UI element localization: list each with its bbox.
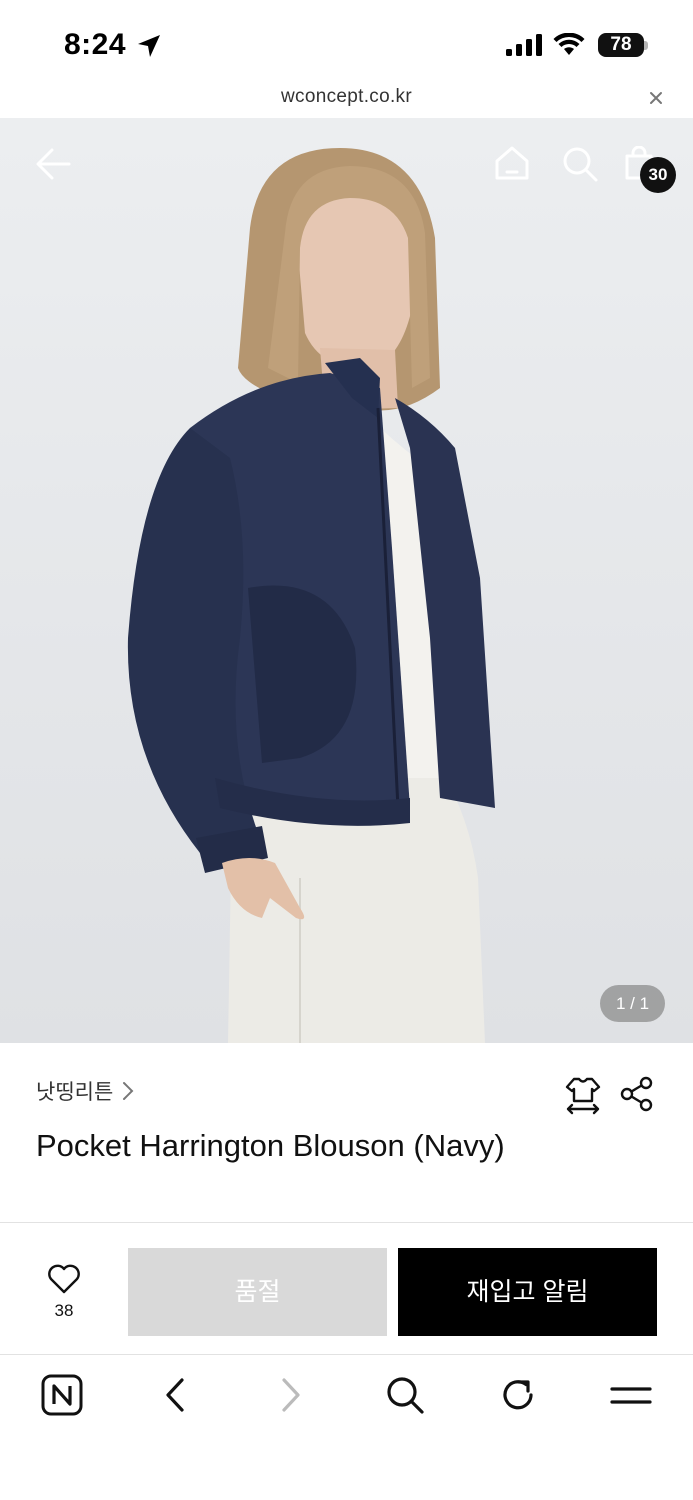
status-bar: 8:24 78 <box>0 0 693 90</box>
cellular-signal-icon <box>506 34 542 56</box>
url-text[interactable]: wconcept.co.kr <box>0 86 693 108</box>
battery-indicator: 78 <box>598 33 644 57</box>
battery-nub <box>644 41 648 50</box>
search-icon[interactable] <box>560 144 600 184</box>
home-icon[interactable] <box>493 144 531 182</box>
product-title: Pocket Harrington Blouson (Navy) <box>36 1128 505 1163</box>
section-divider <box>0 1222 693 1223</box>
cart-count-badge[interactable]: 30 <box>640 157 676 193</box>
search-icon[interactable] <box>384 1374 426 1416</box>
reload-icon[interactable] <box>497 1374 539 1416</box>
image-page-indicator: 1 / 1 <box>600 985 665 1022</box>
model-photo <box>127 148 495 1043</box>
menu-icon[interactable] <box>610 1374 652 1416</box>
url-bar[interactable]: wconcept.co.kr <box>0 78 693 118</box>
like-button[interactable]: 38 <box>40 1264 88 1321</box>
size-guide-icon[interactable] <box>563 1075 603 1115</box>
wifi-icon <box>553 33 585 55</box>
sold-out-button[interactable]: 품절 <box>128 1248 387 1336</box>
like-count: 38 <box>54 1301 74 1320</box>
chevron-left-icon[interactable] <box>160 1374 190 1416</box>
back-arrow-icon[interactable] <box>34 146 72 182</box>
naver-icon[interactable] <box>41 1374 83 1416</box>
share-icon[interactable] <box>620 1076 654 1112</box>
status-time: 8:24 <box>64 28 127 61</box>
toolbar-divider <box>0 1354 693 1355</box>
brand-link[interactable]: 낫띵리튼 <box>36 1076 135 1106</box>
brand-name[interactable]: 낫띵리튼 <box>36 1076 113 1106</box>
battery-level: 78 <box>610 34 632 55</box>
chevron-right-icon[interactable] <box>276 1374 306 1416</box>
heart-icon[interactable] <box>47 1264 81 1294</box>
product-image[interactable] <box>0 118 693 1043</box>
chevron-right-icon <box>123 1082 134 1100</box>
location-arrow-icon <box>138 35 160 57</box>
restock-alert-button[interactable]: 재입고 알림 <box>398 1248 657 1336</box>
close-icon[interactable] <box>646 88 666 108</box>
